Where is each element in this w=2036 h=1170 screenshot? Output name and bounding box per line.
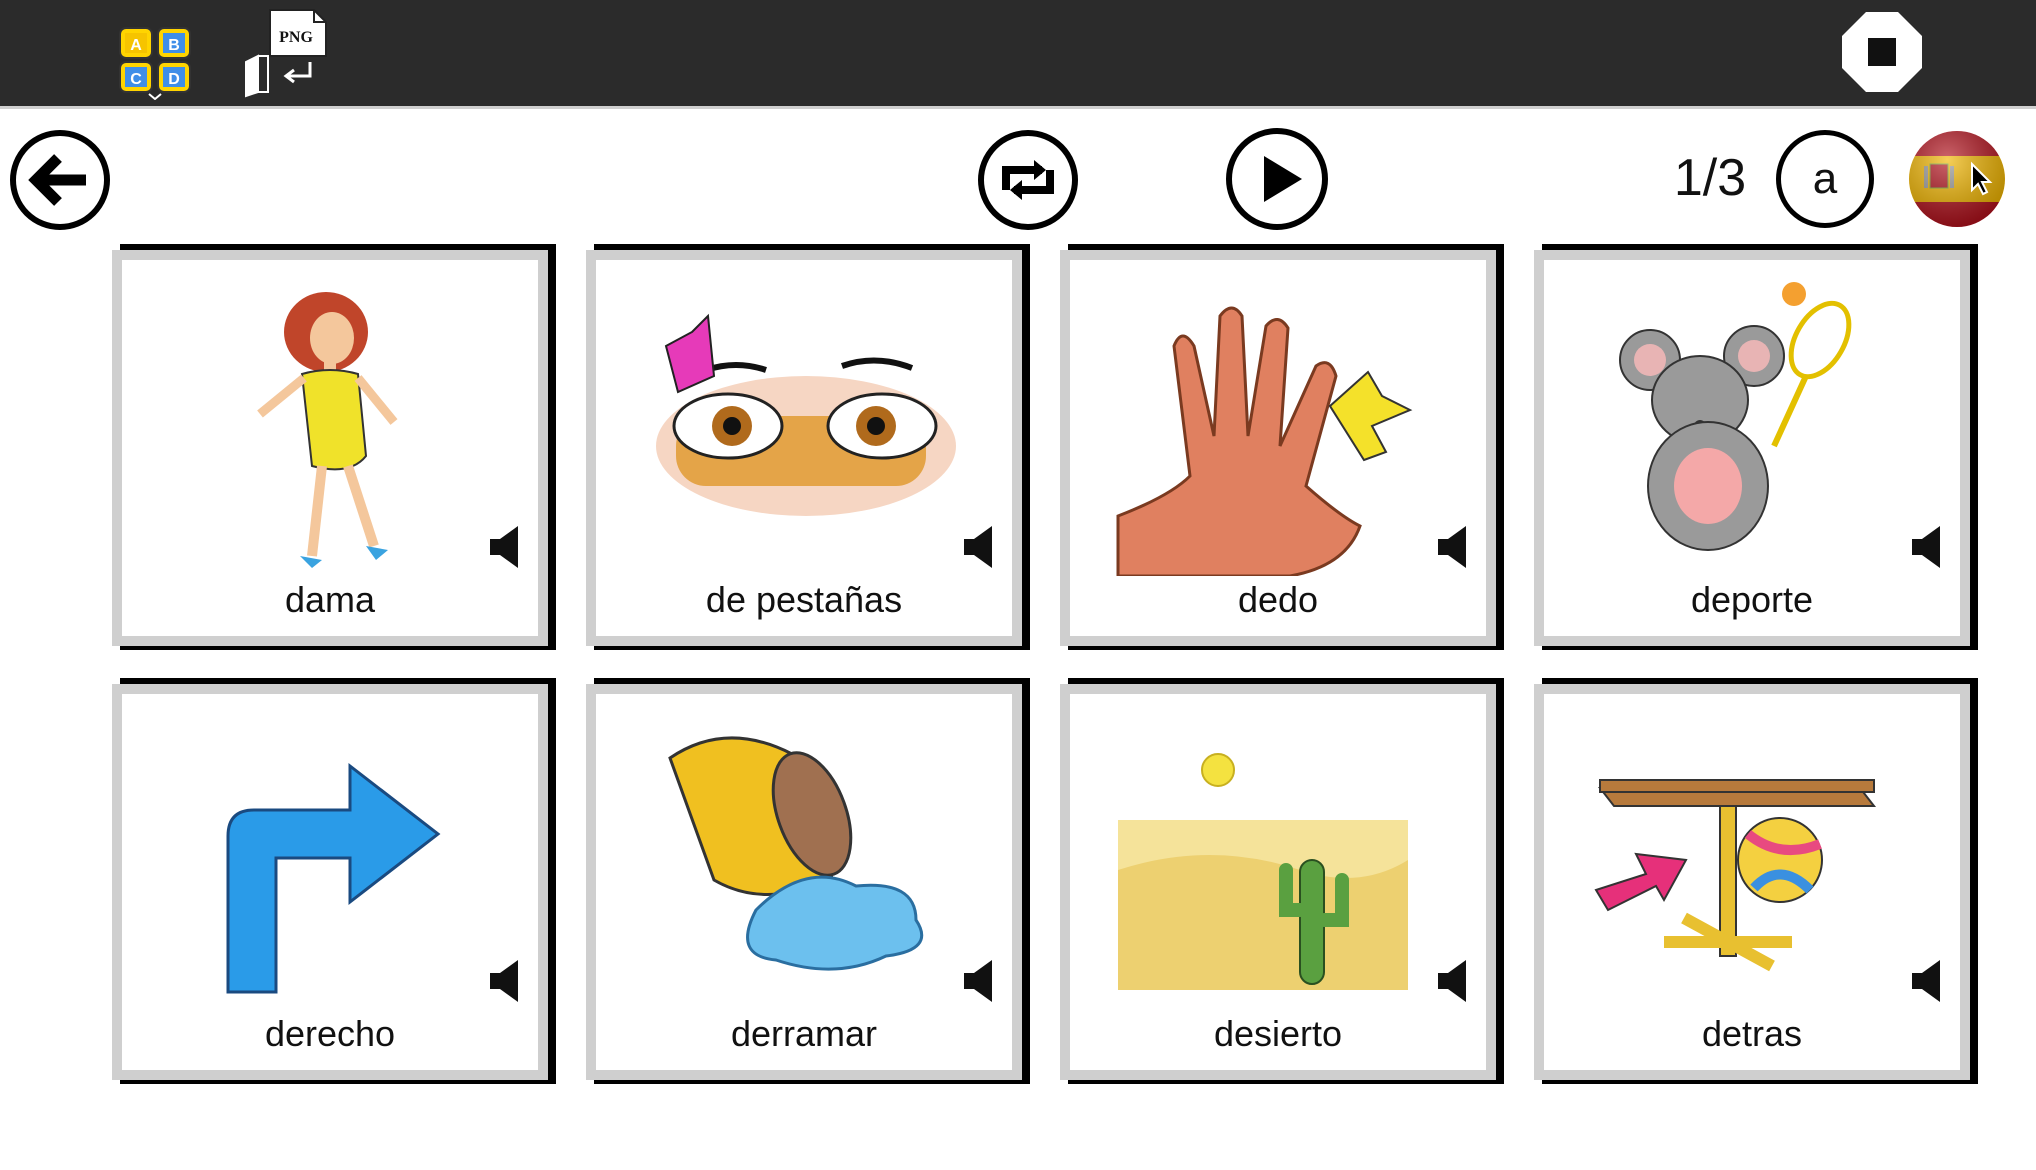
right-arrow-icon [226, 762, 441, 994]
language-button[interactable] [1908, 130, 2006, 228]
top-toolbar: A B C D PNG [0, 0, 2036, 109]
card-label: de pestañas [705, 579, 903, 620]
speaker-icon[interactable] [962, 958, 1002, 1004]
card-label: derecho [264, 1013, 396, 1054]
card-label: desierto [1213, 1013, 1343, 1054]
card-label: dedo [1237, 579, 1319, 620]
block-letter: A [130, 37, 142, 54]
spain-flag-icon [1909, 131, 2005, 227]
card-deporte[interactable]: deporte [1534, 244, 1978, 654]
stop-button[interactable] [1840, 10, 1924, 94]
png-export-icon[interactable]: PNG [238, 6, 332, 98]
abc-blocks-icon[interactable]: A B C D [116, 24, 198, 101]
speaker-icon[interactable] [488, 524, 528, 570]
card-detras[interactable]: detras [1534, 678, 1978, 1088]
spilled-bucket-icon [668, 736, 924, 971]
card-label: dama [284, 579, 376, 620]
page-counter: 1/3 [1673, 149, 1747, 207]
back-button[interactable] [8, 128, 112, 232]
card-label: deporte [1690, 579, 1814, 620]
card-dama[interactable]: dama [112, 244, 556, 654]
speaker-icon[interactable] [1436, 958, 1476, 1004]
card-desierto[interactable]: desierto [1060, 678, 1504, 1088]
card-label: derramar [730, 1013, 878, 1054]
repeat-button[interactable] [976, 128, 1080, 232]
desert-cactus-icon [1118, 753, 1408, 990]
card-derramar[interactable]: derramar [586, 678, 1030, 1088]
card-derecho[interactable]: derecho [112, 678, 556, 1088]
speaker-icon[interactable] [488, 958, 528, 1004]
card-de-pestanas[interactable]: de pestañas [586, 244, 1030, 654]
block-letter: D [168, 71, 180, 88]
back-arrow-icon [10, 130, 110, 230]
card-label: detras [1701, 1013, 1803, 1054]
ball-behind-table-icon [1594, 779, 1877, 972]
play-icon [1226, 128, 1328, 230]
card-dedo[interactable]: dedo [1060, 244, 1504, 654]
repeat-icon [978, 130, 1078, 230]
speaker-icon[interactable] [962, 524, 1002, 570]
stop-icon [1842, 12, 1922, 92]
eyelashes-icon [656, 313, 956, 516]
speaker-icon[interactable] [1910, 958, 1950, 1004]
mouse-tennis-icon [1619, 282, 1852, 551]
speaker-icon[interactable] [1910, 524, 1950, 570]
block-letter: C [130, 71, 142, 88]
letter-case-label: a [1812, 154, 1838, 203]
letter-case-button[interactable]: a [1776, 130, 1874, 228]
finger-icon [1116, 306, 1413, 576]
png-label: PNG [279, 29, 313, 46]
play-button[interactable] [1224, 126, 1330, 232]
block-letter: B [168, 37, 180, 54]
woman-icon [257, 292, 398, 568]
speaker-icon[interactable] [1436, 524, 1476, 570]
